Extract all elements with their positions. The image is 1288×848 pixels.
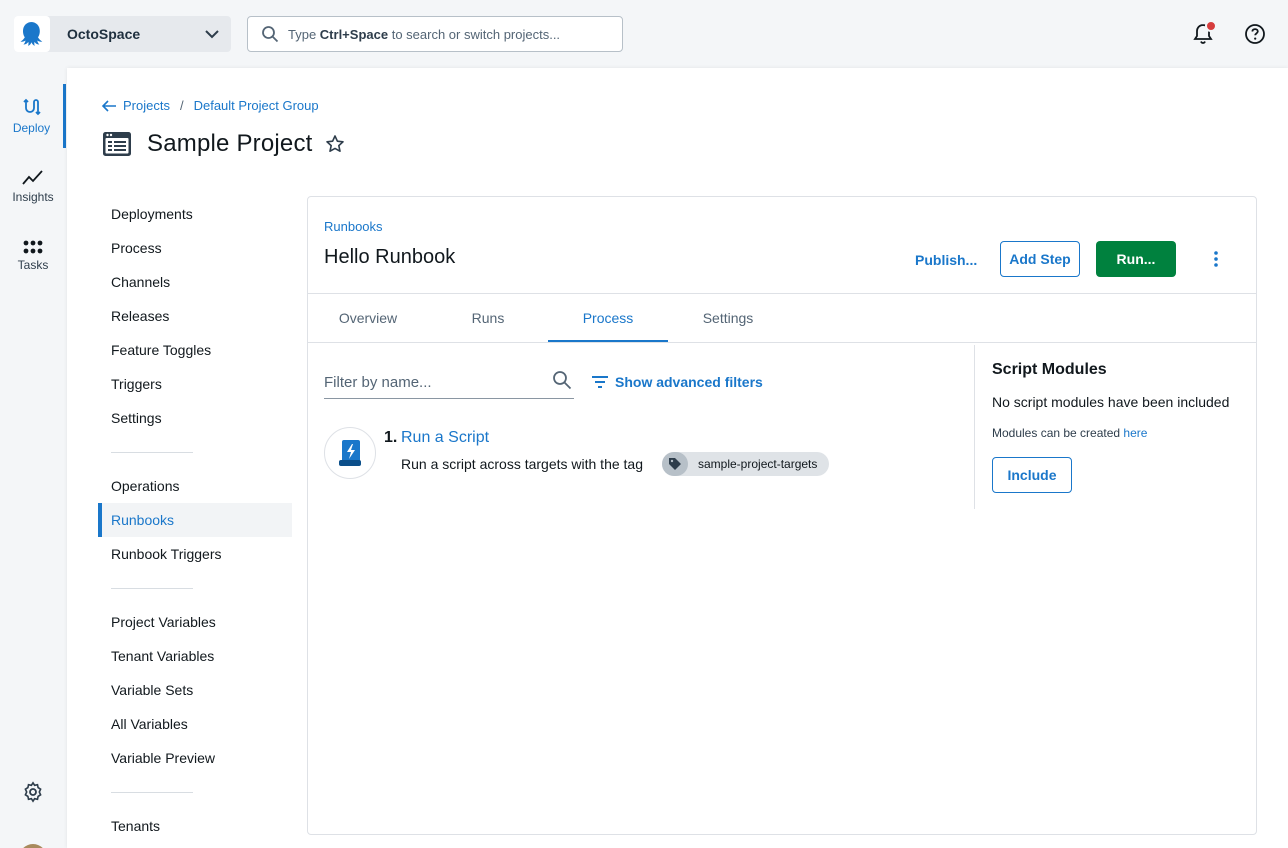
run-button[interactable]: Run... bbox=[1096, 241, 1176, 277]
space-switcher[interactable]: OctoSpace bbox=[14, 16, 231, 52]
script-modules-panel: Script Modules No script modules have be… bbox=[974, 345, 1257, 509]
nav-divider bbox=[111, 588, 193, 589]
nav-item-variable-preview[interactable]: Variable Preview bbox=[98, 741, 292, 775]
settings-button[interactable] bbox=[0, 760, 66, 824]
rail-label-tasks: Tasks bbox=[17, 258, 49, 272]
nav-item-deployments[interactable]: Deployments bbox=[98, 197, 292, 231]
nav-item-tenants[interactable]: Tenants bbox=[98, 809, 292, 843]
gear-icon bbox=[24, 781, 42, 803]
nav-item-project-variables[interactable]: Project Variables bbox=[98, 605, 292, 639]
help-icon bbox=[1245, 24, 1265, 44]
nav-divider bbox=[111, 452, 193, 453]
star-icon[interactable] bbox=[325, 134, 345, 154]
rail-label-insights: Insights bbox=[12, 190, 54, 204]
octopus-logo-icon bbox=[14, 16, 50, 52]
modules-here-link[interactable]: here bbox=[1123, 426, 1147, 440]
add-step-button[interactable]: Add Step bbox=[1000, 241, 1080, 277]
filter-placeholder: Filter by name... bbox=[324, 374, 432, 391]
project-nav: Deployments Process Channels Releases Fe… bbox=[98, 197, 292, 843]
search-placeholder: Type Ctrl+Space to search or switch proj… bbox=[288, 26, 561, 42]
nav-item-runbook-triggers[interactable]: Runbook Triggers bbox=[98, 537, 292, 571]
script-modules-empty: No script modules have been included bbox=[992, 394, 1230, 410]
script-step-icon bbox=[324, 427, 376, 479]
deploy-icon bbox=[22, 98, 41, 116]
nav-item-releases[interactable]: Releases bbox=[98, 299, 292, 333]
script-modules-hint: Modules can be created here bbox=[992, 426, 1148, 440]
chevron-down-icon bbox=[203, 25, 221, 46]
main-panel: Projects / Default Project Group Sample … bbox=[67, 68, 1288, 848]
nav-item-all-variables[interactable]: All Variables bbox=[98, 707, 292, 741]
tasks-icon bbox=[23, 240, 43, 254]
step-number: 1. bbox=[384, 429, 398, 446]
tag-icon bbox=[662, 452, 688, 476]
nav-item-triggers[interactable]: Triggers bbox=[98, 367, 292, 401]
runbook-tabs: Overview Runs Process Settings bbox=[308, 293, 1256, 343]
left-rail: Deploy Insights Tasks bbox=[0, 68, 66, 848]
nav-item-channels[interactable]: Channels bbox=[98, 265, 292, 299]
help-button[interactable] bbox=[1243, 22, 1267, 46]
publish-button[interactable]: Publish... bbox=[915, 252, 977, 268]
rail-item-tasks[interactable]: Tasks bbox=[0, 224, 66, 288]
arrow-left-icon bbox=[101, 99, 116, 112]
breadcrumb-project-group[interactable]: Default Project Group bbox=[194, 98, 319, 113]
runbook-card: Runbooks Hello Runbook Publish... Add St… bbox=[307, 196, 1257, 835]
include-button[interactable]: Include bbox=[992, 457, 1072, 493]
nav-item-feature-toggles[interactable]: Feature Toggles bbox=[98, 333, 292, 367]
tab-overview[interactable]: Overview bbox=[308, 294, 428, 342]
page-title: Sample Project bbox=[103, 130, 345, 158]
search-icon bbox=[553, 371, 572, 390]
nav-item-tenant-variables[interactable]: Tenant Variables bbox=[98, 639, 292, 673]
runbook-title: Hello Runbook bbox=[324, 246, 456, 268]
step-title-link[interactable]: Run a Script bbox=[401, 429, 489, 447]
filter-icon bbox=[592, 376, 608, 388]
nav-item-process[interactable]: Process bbox=[98, 231, 292, 265]
filter-input[interactable]: Filter by name... bbox=[324, 367, 574, 399]
breadcrumb-separator: / bbox=[179, 98, 184, 113]
search-input[interactable]: Type Ctrl+Space to search or switch proj… bbox=[247, 16, 623, 52]
tab-runs[interactable]: Runs bbox=[428, 294, 548, 342]
breadcrumb: Projects / Default Project Group bbox=[101, 98, 319, 113]
nav-item-operations[interactable]: Operations bbox=[98, 469, 292, 503]
notification-badge bbox=[1205, 20, 1217, 32]
process-step[interactable]: 1. Run a Script Run a script across targ… bbox=[324, 427, 944, 481]
space-name: OctoSpace bbox=[67, 26, 141, 42]
project-title: Sample Project bbox=[147, 130, 313, 157]
nav-item-settings[interactable]: Settings bbox=[98, 401, 292, 435]
insights-icon bbox=[22, 170, 43, 185]
nav-item-runbooks[interactable]: Runbooks bbox=[98, 503, 292, 537]
show-advanced-filters-button[interactable]: Show advanced filters bbox=[591, 374, 763, 390]
target-tag-chip: sample-project-targets bbox=[662, 452, 830, 476]
breadcrumb-projects[interactable]: Projects bbox=[123, 98, 170, 113]
rail-item-insights[interactable]: Insights bbox=[0, 154, 66, 218]
advanced-filters-label: Show advanced filters bbox=[615, 374, 763, 390]
nav-item-variable-sets[interactable]: Variable Sets bbox=[98, 673, 292, 707]
tab-process[interactable]: Process bbox=[548, 294, 668, 342]
search-icon bbox=[262, 26, 279, 43]
rail-item-deploy[interactable]: Deploy bbox=[0, 84, 66, 148]
project-icon bbox=[103, 132, 131, 156]
tag-label: sample-project-targets bbox=[698, 457, 818, 471]
tab-settings[interactable]: Settings bbox=[668, 294, 788, 342]
more-options-icon[interactable] bbox=[1206, 248, 1226, 270]
notifications-button[interactable] bbox=[1191, 20, 1217, 46]
rail-label-deploy: Deploy bbox=[12, 121, 51, 135]
avatar[interactable] bbox=[19, 844, 47, 848]
nav-divider bbox=[111, 792, 193, 793]
top-bar: OctoSpace Type Ctrl+Space to search or s… bbox=[0, 0, 1288, 68]
script-modules-title: Script Modules bbox=[992, 361, 1107, 378]
step-description: Run a script across targets with the tag bbox=[401, 456, 643, 472]
runbooks-link[interactable]: Runbooks bbox=[324, 219, 383, 234]
